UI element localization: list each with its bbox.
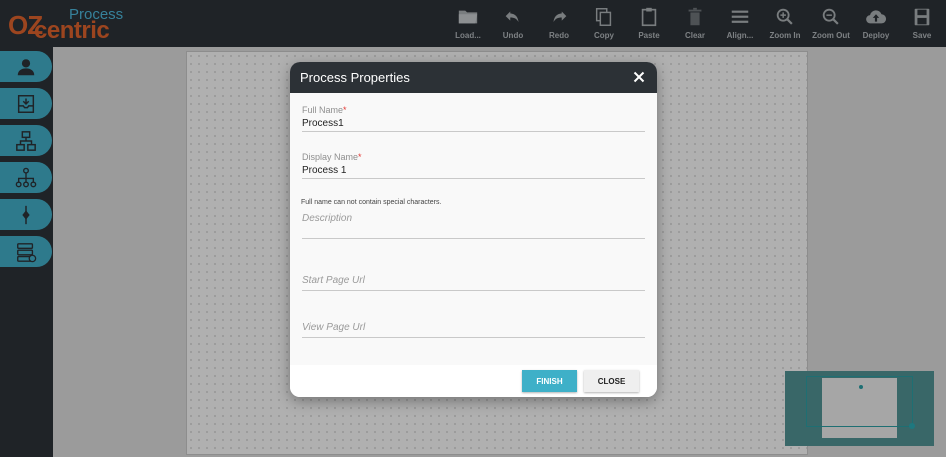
start-page-url-input[interactable]: Start Page Url (302, 275, 645, 291)
dialog-footer: FINISH CLOSE (290, 365, 657, 397)
full-name-label: Full Name* (302, 105, 347, 115)
full-name-input[interactable]: Process1 (302, 118, 645, 132)
dialog-header: Process Properties (290, 62, 657, 93)
dialog-body: Full Name* Process1 Full name can not co… (290, 93, 657, 365)
close-icon[interactable] (631, 69, 647, 85)
display-name-label: Display Name* (302, 152, 362, 162)
description-input[interactable]: Description (302, 213, 645, 239)
display-name-field[interactable]: Display Name* Process 1 (302, 152, 645, 179)
start-page-url-field[interactable]: Start Page Url (302, 275, 645, 291)
description-field[interactable]: Description (302, 213, 645, 239)
display-name-input[interactable]: Process 1 (302, 165, 645, 179)
process-properties-dialog: Process Properties Full Name* Process1 F… (290, 62, 657, 397)
dialog-title: Process Properties (300, 70, 410, 85)
view-page-url-field[interactable]: View Page Url (302, 322, 645, 338)
full-name-help-text: Full name can not contain special charac… (301, 199, 442, 206)
full-name-field[interactable]: Full Name* Process1 (302, 105, 645, 132)
finish-button[interactable]: FINISH (522, 370, 577, 392)
close-button[interactable]: CLOSE (584, 370, 639, 392)
view-page-url-input[interactable]: View Page Url (302, 322, 645, 338)
